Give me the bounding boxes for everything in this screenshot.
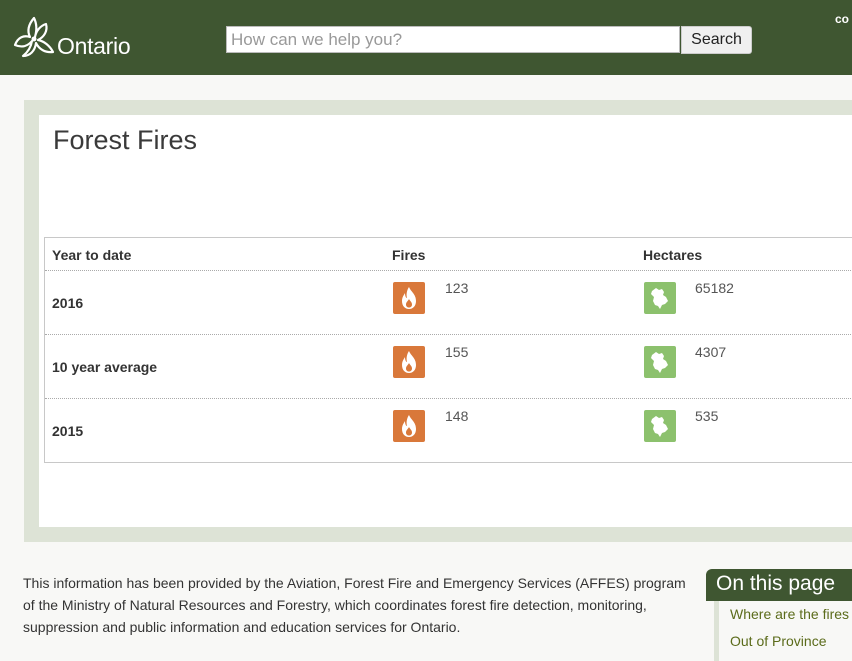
column-header-fires: Fires — [392, 247, 426, 263]
trillium-icon — [13, 16, 55, 58]
forest-fires-panel: Forest Fires Year to date Fires Hectares… — [24, 100, 852, 542]
fires-value: 123 — [445, 280, 469, 296]
fires-value: 148 — [445, 408, 469, 424]
site-header: Ontario Search co — [0, 0, 852, 75]
page-title: Forest Fires — [53, 125, 198, 155]
on-this-page-link-out-of-province[interactable]: Out of Province — [730, 633, 827, 649]
flame-icon — [393, 410, 425, 442]
hectares-value: 535 — [695, 408, 719, 424]
fire-stats-table: Year to date Fires Hectares 2016 123 651… — [44, 237, 852, 463]
on-this-page-list: Where are the fires Out of Province — [706, 601, 852, 661]
ontario-map-icon — [644, 282, 676, 314]
affes-info-text: This information has been provided by th… — [23, 575, 686, 635]
row-label: 10 year average — [52, 359, 158, 375]
search-input[interactable] — [226, 26, 680, 53]
on-this-page-border — [714, 601, 719, 661]
ontario-map-icon — [644, 410, 676, 442]
on-this-page-link-fires[interactable]: Where are the fires — [730, 606, 849, 622]
hectares-value: 65182 — [695, 280, 734, 296]
column-header-hectares: Hectares — [643, 247, 703, 263]
table-row: 2016 123 65182 — [45, 271, 852, 335]
table-row: 10 year average 155 4307 — [45, 335, 852, 399]
panel-content: Forest Fires Year to date Fires Hectares… — [39, 115, 852, 527]
flame-icon — [393, 282, 425, 314]
on-this-page-title: On this page — [716, 572, 836, 595]
table-row: 2015 148 535 — [45, 399, 852, 462]
language-link[interactable]: co — [835, 12, 849, 26]
search-button[interactable]: Search — [681, 26, 752, 54]
ontario-logo[interactable]: Ontario — [13, 15, 143, 61]
logo-text: Ontario — [57, 33, 131, 59]
flame-icon — [393, 346, 425, 378]
row-label: 2016 — [52, 295, 84, 311]
fires-value: 155 — [445, 344, 469, 360]
row-label: 2015 — [52, 423, 84, 439]
on-this-page-header: On this page — [706, 569, 852, 601]
table-header: Year to date Fires Hectares — [45, 238, 852, 271]
ontario-map-icon — [644, 346, 676, 378]
hectares-value: 4307 — [695, 344, 727, 360]
column-header-year: Year to date — [52, 247, 132, 263]
